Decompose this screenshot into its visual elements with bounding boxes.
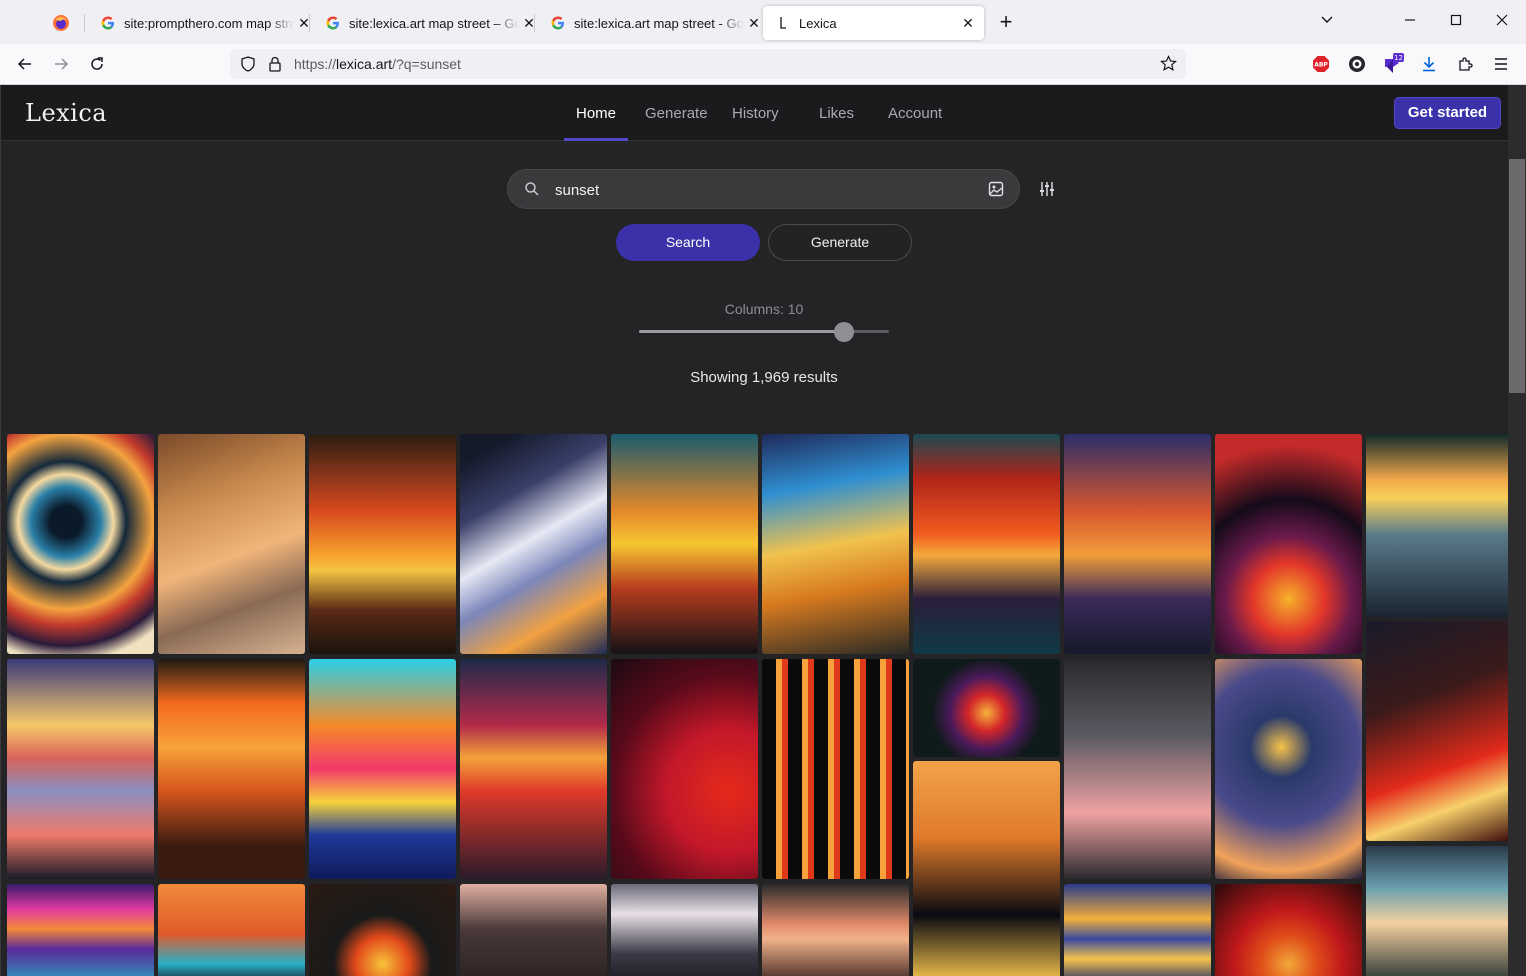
gallery-image[interactable] xyxy=(1215,659,1362,879)
maximize-icon[interactable] xyxy=(1444,10,1468,34)
gallery-image[interactable] xyxy=(7,434,154,654)
adblock-plus-icon[interactable]: ABP xyxy=(1309,52,1333,76)
close-tab-icon[interactable]: ✕ xyxy=(960,15,976,31)
get-started-button[interactable]: Get started xyxy=(1394,97,1501,129)
lexica-logo[interactable]: Lexica xyxy=(25,99,107,127)
gallery-image[interactable] xyxy=(158,884,305,976)
gallery-image[interactable] xyxy=(309,434,456,654)
gallery-image[interactable] xyxy=(158,434,305,654)
close-tab-icon[interactable]: ✕ xyxy=(746,15,762,31)
nav-likes[interactable]: Likes xyxy=(819,105,854,122)
google-icon xyxy=(550,15,566,31)
gallery-image[interactable] xyxy=(913,761,1060,976)
gallery-image[interactable] xyxy=(611,884,758,976)
address-bar[interactable]: https://lexica.art/?q=sunset xyxy=(230,49,1186,79)
tab-lexica[interactable]: Lexica ✕ xyxy=(763,6,984,40)
url-text[interactable]: https://lexica.art/?q=sunset xyxy=(294,56,461,72)
lexica-icon xyxy=(775,15,791,31)
reload-icon[interactable] xyxy=(85,52,109,76)
back-icon[interactable] xyxy=(13,52,37,76)
close-window-icon[interactable] xyxy=(1490,10,1514,34)
nav-generate[interactable]: Generate xyxy=(645,105,708,122)
url-host: lexica.art xyxy=(336,56,393,72)
url-scheme: https:// xyxy=(294,56,337,72)
svg-text:ABP: ABP xyxy=(1314,62,1328,69)
privacy-badger-icon[interactable] xyxy=(1345,52,1369,76)
gallery-image[interactable] xyxy=(309,659,456,879)
search-input[interactable] xyxy=(555,179,955,201)
page-scrollbar[interactable] xyxy=(1508,85,1526,976)
extension-badge-count: 12 xyxy=(1394,54,1403,62)
gallery-image[interactable] xyxy=(1215,434,1362,654)
tab-title: site:prompthero.com map street xyxy=(124,15,294,31)
gallery-image[interactable] xyxy=(158,659,305,879)
gallery-image[interactable] xyxy=(460,434,607,654)
columns-slider-thumb[interactable] xyxy=(834,322,854,342)
downloads-icon[interactable] xyxy=(1417,52,1441,76)
tab-title: Lexica xyxy=(799,15,837,31)
minimize-icon[interactable] xyxy=(1398,10,1422,34)
results-count: Showing 1,969 results xyxy=(690,369,838,386)
gallery-image[interactable] xyxy=(611,659,758,879)
tab-lexica-search-2[interactable]: site:lexica.art map street - Google ✕ xyxy=(538,6,770,40)
new-tab-button[interactable]: + xyxy=(994,11,1018,35)
gallery-image[interactable] xyxy=(1366,846,1508,976)
lexica-page: Lexica Home Generate History Likes Accou… xyxy=(0,85,1508,976)
gallery-image[interactable] xyxy=(460,884,607,976)
lock-icon[interactable] xyxy=(268,56,282,77)
scrollbar-thumb[interactable] xyxy=(1509,159,1525,393)
hamburger-menu-icon[interactable] xyxy=(1489,52,1513,76)
filter-settings-icon[interactable] xyxy=(1038,180,1056,203)
firefox-menu-icon[interactable] xyxy=(48,10,74,36)
browser-tab-bar: site:prompthero.com map street ✕ site:le… xyxy=(0,0,1526,44)
gallery-image[interactable] xyxy=(1064,884,1211,976)
forward-icon[interactable] xyxy=(49,52,73,76)
image-search-icon[interactable] xyxy=(988,181,1004,202)
gallery-image[interactable] xyxy=(762,884,909,976)
tracking-protection-icon[interactable] xyxy=(240,56,256,77)
gallery-image[interactable] xyxy=(1064,434,1211,654)
gallery-image[interactable] xyxy=(460,659,607,879)
gallery-image[interactable] xyxy=(913,659,1060,757)
gallery-image[interactable] xyxy=(7,884,154,976)
gallery-image[interactable] xyxy=(7,659,154,879)
gallery-image[interactable] xyxy=(762,659,909,879)
nav-history[interactable]: History xyxy=(732,105,779,122)
tab-prompthero[interactable]: site:prompthero.com map street ✕ xyxy=(88,6,320,40)
gallery-image[interactable] xyxy=(309,884,456,976)
columns-label: Columns: 10 xyxy=(724,301,804,317)
search-button[interactable]: Search xyxy=(616,224,760,261)
gallery-image[interactable] xyxy=(1215,884,1362,976)
browser-toolbar: https://lexica.art/?q=sunset ABP 12 xyxy=(0,44,1526,85)
nav-account[interactable]: Account xyxy=(888,105,942,122)
google-icon xyxy=(325,15,341,31)
gallery-image[interactable] xyxy=(1064,659,1211,879)
gallery-image[interactable] xyxy=(1366,621,1508,841)
bookmark-star-icon[interactable] xyxy=(1160,55,1177,77)
gallery-image[interactable] xyxy=(762,434,909,654)
generate-button[interactable]: Generate xyxy=(768,224,912,261)
google-icon xyxy=(100,15,116,31)
site-header: Lexica Home Generate History Likes Accou… xyxy=(1,85,1508,141)
search-bar xyxy=(507,169,1020,209)
twitch-extension-icon[interactable]: 12 xyxy=(1381,52,1405,76)
nav-home[interactable]: Home xyxy=(576,105,616,122)
columns-slider-fill xyxy=(639,330,844,333)
active-nav-indicator xyxy=(564,138,628,141)
search-icon xyxy=(524,181,540,202)
tab-title: site:lexica.art map street – Google xyxy=(349,15,519,31)
gallery-image[interactable] xyxy=(913,434,1060,654)
list-all-tabs-icon[interactable] xyxy=(1315,10,1339,34)
url-path: /?q=sunset xyxy=(392,56,461,72)
tab-title: site:lexica.art map street - Google xyxy=(574,15,744,31)
extensions-icon[interactable] xyxy=(1453,52,1477,76)
gallery-image[interactable] xyxy=(611,434,758,654)
gallery-image[interactable] xyxy=(1366,434,1508,617)
tab-lexica-search-1[interactable]: site:lexica.art map street – Google ✕ xyxy=(313,6,545,40)
